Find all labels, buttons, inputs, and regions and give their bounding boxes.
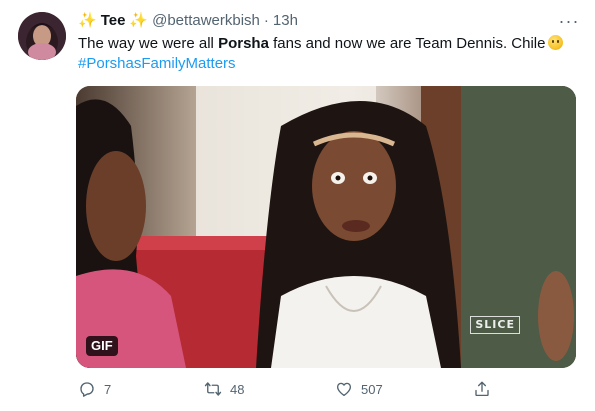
tweet-actions: 7 48 507 [78, 380, 518, 398]
reply-icon [80, 382, 94, 397]
slice-watermark: SLICE [470, 316, 520, 334]
tweet-text-part-2: fans and now we are Team Dennis. Chile [268, 35, 546, 52]
avatar[interactable] [18, 12, 66, 60]
share-icon [475, 381, 489, 397]
heart-icon [336, 382, 352, 397]
user-handle[interactable]: @bettawerkbish [152, 11, 260, 31]
tweet-text-part-1: The way we were all [78, 35, 219, 52]
display-name[interactable]: Tee [101, 11, 126, 31]
timestamp[interactable]: 13h [273, 11, 298, 31]
reply-count: 7 [104, 381, 112, 397]
sparkle-emoji-right: ✨ [129, 12, 149, 29]
tweet-text: The way we were all Porsha fans and now … [78, 34, 578, 74]
share-button[interactable] [473, 380, 491, 398]
more-options-button[interactable]: ··· [557, 10, 581, 32]
separator-dot: · [263, 12, 269, 29]
retweet-count: 48 [230, 381, 245, 397]
gif-media[interactable]: SLICE GIF [76, 86, 576, 368]
reply-button[interactable]: 7 [78, 380, 204, 398]
retweet-icon [204, 382, 222, 396]
worried-face-emoji-icon [548, 35, 564, 50]
hashtag-link[interactable]: #PorshasFamilyMatters [78, 54, 578, 74]
like-button[interactable]: 507 [335, 380, 473, 398]
like-count: 507 [361, 381, 383, 397]
sparkle-emoji-left: ✨ [78, 12, 97, 29]
tweet-header: ✨ Tee ✨ @bettawerkbish · 13h [78, 11, 298, 31]
gif-badge: GIF [86, 336, 118, 356]
tweet-text-bold: Porsha [218, 35, 269, 52]
tweet-card[interactable]: ✨ Tee ✨ @bettawerkbish · 13h ··· The way… [0, 0, 595, 411]
retweet-button[interactable]: 48 [204, 380, 335, 398]
